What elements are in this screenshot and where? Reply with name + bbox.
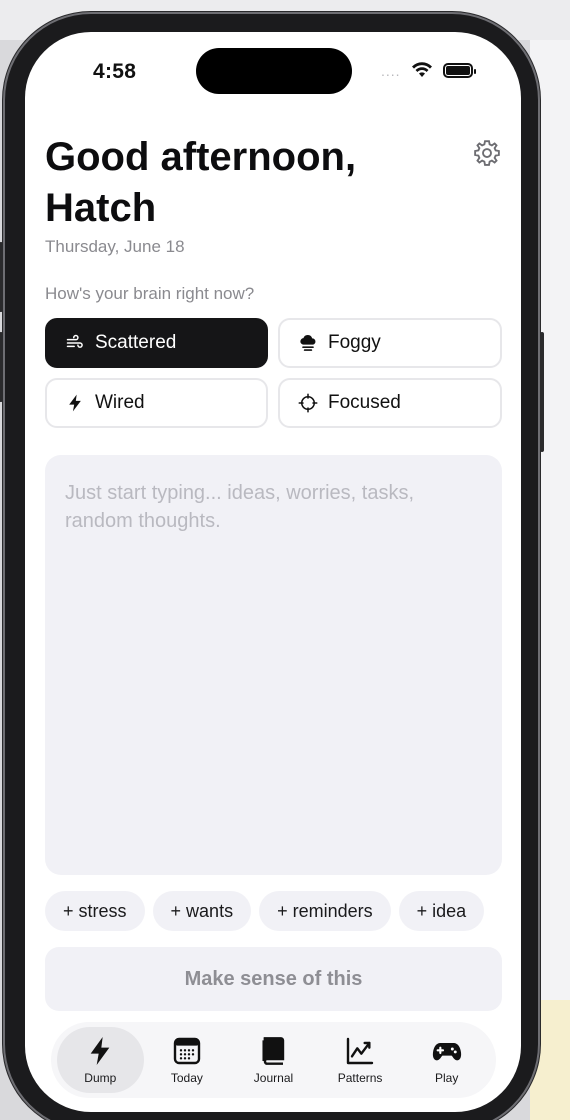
- mood-option-label: Focused: [328, 392, 401, 413]
- battery-icon: [442, 62, 476, 78]
- mood-option-label: Scattered: [95, 332, 177, 353]
- mood-question: How's your brain right now?: [45, 284, 255, 303]
- tab-patterns[interactable]: Patterns: [317, 1027, 404, 1093]
- app-screen: 4:58 .... Good afternoon, Hatch Thursday…: [25, 32, 521, 1112]
- chart-icon: [346, 1037, 374, 1065]
- status-time: 4:58: [93, 60, 137, 83]
- tab-dump[interactable]: Dump: [57, 1027, 144, 1093]
- tag-chips: + stress + wants + reminders + idea: [45, 891, 502, 931]
- chip-idea[interactable]: + idea: [398, 891, 485, 931]
- page-title: Good afternoon, Hatch: [45, 132, 445, 234]
- cloud-icon: [300, 335, 316, 351]
- crosshair-icon: [298, 393, 318, 413]
- mood-option-wired[interactable]: Wired: [45, 378, 268, 428]
- input-placeholder: Just start typing... ideas, worries, tas…: [65, 482, 415, 532]
- bolt-icon: [90, 1037, 110, 1065]
- wifi-icon: [411, 62, 432, 77]
- gamepad-icon: [432, 1043, 461, 1061]
- volume-button: [0, 332, 3, 402]
- user-name: Hatch: [45, 186, 157, 230]
- dynamic-island: [196, 48, 352, 94]
- power-button: [540, 332, 544, 452]
- status-indicators: ....: [381, 62, 476, 79]
- chip-reminders[interactable]: + reminders: [259, 891, 391, 931]
- mood-option-foggy[interactable]: Foggy: [278, 318, 502, 368]
- tab-label: Dump: [84, 1071, 117, 1085]
- chip-wants[interactable]: + wants: [152, 891, 252, 931]
- tab-label: Today: [170, 1071, 203, 1085]
- mood-option-focused[interactable]: Focused: [278, 378, 502, 428]
- brain-dump-input[interactable]: Just start typing... ideas, worries, tas…: [45, 455, 502, 875]
- mood-option-scattered[interactable]: Scattered: [45, 318, 268, 368]
- tab-play[interactable]: Play: [403, 1027, 490, 1093]
- chip-stress[interactable]: + stress: [45, 891, 145, 931]
- bolt-icon: [69, 394, 81, 412]
- tab-bar: Dump Today Journal Patterns Play: [51, 1022, 496, 1098]
- mood-option-label: Foggy: [328, 332, 381, 353]
- book-icon: [262, 1037, 285, 1065]
- greeting-text: Good afternoon,: [45, 135, 357, 179]
- wind-icon: [66, 334, 83, 348]
- make-sense-button[interactable]: Make sense of this: [45, 947, 502, 1011]
- volume-button: [0, 242, 3, 312]
- mood-option-label: Wired: [95, 392, 145, 413]
- phone-frame: 4:58 .... Good afternoon, Hatch Thursday…: [0, 12, 544, 1120]
- tab-today[interactable]: Today: [144, 1027, 231, 1093]
- tab-journal[interactable]: Journal: [230, 1027, 317, 1093]
- cellular-signal: ....: [381, 63, 401, 79]
- calendar-icon: [173, 1037, 201, 1065]
- date-label: Thursday, June 18: [45, 237, 185, 256]
- gear-icon[interactable]: [472, 138, 502, 168]
- tab-label: Play: [435, 1071, 459, 1085]
- tab-label: Journal: [253, 1071, 294, 1085]
- tab-label: Patterns: [337, 1071, 383, 1085]
